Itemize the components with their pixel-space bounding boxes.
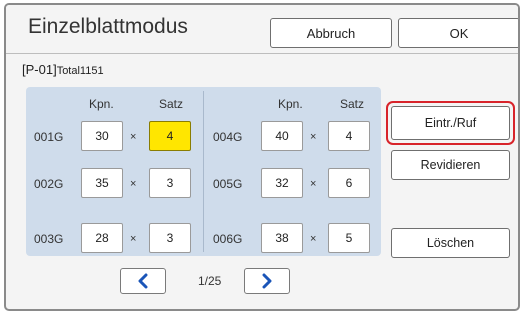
ok-button[interactable]: OK <box>398 18 518 48</box>
chevron-right-icon <box>262 273 272 289</box>
copies-field[interactable]: 28 <box>81 223 123 253</box>
sets-field[interactable]: 6 <box>328 168 370 198</box>
sets-header-right: Satz <box>340 97 365 111</box>
revise-button[interactable]: Revidieren <box>391 150 510 180</box>
dialog-title: Einzelblattmodus <box>28 15 188 38</box>
sets-field[interactable]: 4 <box>328 121 370 151</box>
times-sign: × <box>310 131 317 143</box>
times-sign: × <box>130 233 137 245</box>
times-sign: × <box>310 233 317 245</box>
times-sign: × <box>310 178 317 190</box>
delete-button[interactable]: Löschen <box>391 228 510 258</box>
copies-field[interactable]: 40 <box>261 121 303 151</box>
entry-recall-button[interactable]: Eintr./Ruf <box>391 106 510 140</box>
sets-field[interactable]: 3 <box>149 168 191 198</box>
program-id: [P-01] <box>22 62 57 77</box>
sets-header-left: Satz <box>159 97 184 111</box>
sets-field[interactable]: 3 <box>149 223 191 253</box>
copies-header-left: Kpn. <box>89 97 114 111</box>
group-label: 001G <box>34 130 64 144</box>
times-sign: × <box>130 178 137 190</box>
group-label: 003G <box>34 232 64 246</box>
sets-field[interactable]: 5 <box>328 223 370 253</box>
grid-divider <box>203 91 204 252</box>
copies-field[interactable]: 35 <box>81 168 123 198</box>
cancel-button[interactable]: Abbruch <box>270 18 392 48</box>
times-sign: × <box>130 131 137 143</box>
dialog-header: Einzelblattmodus Abbruch OK <box>6 5 518 54</box>
page-indicator: 1/25 <box>198 274 222 288</box>
program-total: [P-01]Total1151 <box>22 62 104 77</box>
copies-header-right: Kpn. <box>278 97 303 111</box>
group-label: 004G <box>213 130 243 144</box>
chevron-left-icon <box>138 273 148 289</box>
sets-field-active[interactable]: 4 <box>149 121 191 151</box>
copies-field[interactable]: 32 <box>261 168 303 198</box>
copies-field[interactable]: 30 <box>81 121 123 151</box>
group-grid: Kpn. Satz Kpn. Satz 001G 30 × 4 004G 40 … <box>26 87 381 256</box>
next-page-button[interactable] <box>244 268 290 294</box>
group-label: 005G <box>213 177 243 191</box>
previous-page-button[interactable] <box>120 268 166 294</box>
copies-field[interactable]: 38 <box>261 223 303 253</box>
total-count: Total1151 <box>56 65 104 77</box>
group-label: 006G <box>213 232 243 246</box>
group-label: 002G <box>34 177 64 191</box>
